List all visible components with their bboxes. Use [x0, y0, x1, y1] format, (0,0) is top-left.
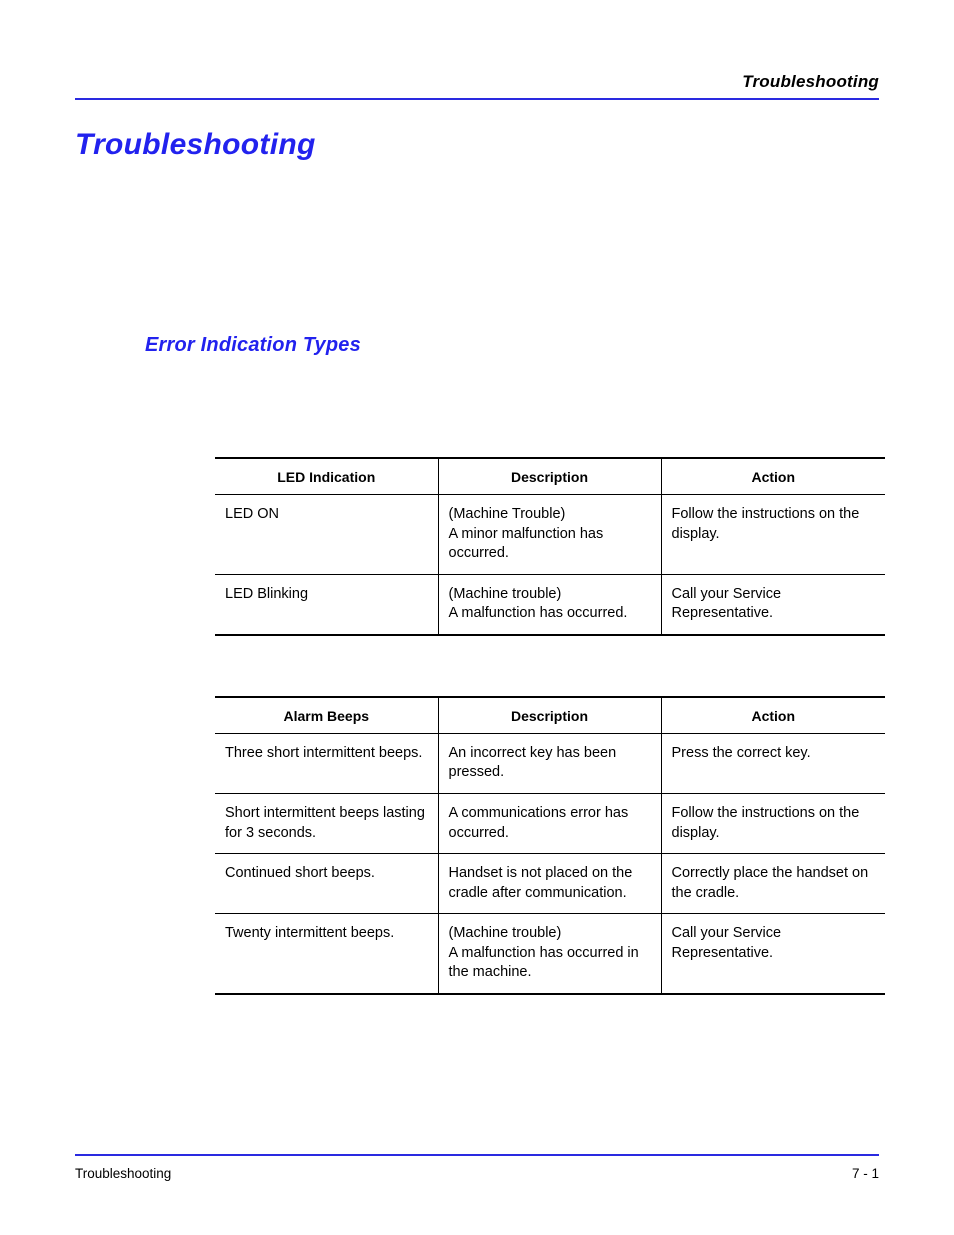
footer-left: Troubleshooting — [75, 1166, 171, 1181]
cell: LED ON — [215, 495, 438, 575]
led-indication-table-wrap: LED Indication Description Action LED ON… — [215, 457, 879, 636]
table-row: LED ON (Machine Trouble)A minor malfunct… — [215, 495, 885, 575]
section-heading: Error Indication Types — [145, 334, 879, 357]
col-header: Description — [438, 458, 661, 495]
col-header: Action — [661, 697, 885, 734]
col-header: Alarm Beeps — [215, 697, 438, 734]
cell: Call your Service Representative. — [661, 574, 885, 635]
cell: Press the correct key. — [661, 733, 885, 793]
led-indication-table: LED Indication Description Action LED ON… — [215, 457, 885, 636]
footer-rule — [75, 1154, 879, 1156]
cell: Correctly place the handset on the cradl… — [661, 854, 885, 914]
col-header: Description — [438, 697, 661, 734]
page-footer: Troubleshooting 7 - 1 — [75, 1154, 879, 1181]
footer-right: 7 - 1 — [852, 1166, 879, 1181]
cell: Continued short beeps. — [215, 854, 438, 914]
cell: Twenty intermittent beeps. — [215, 914, 438, 994]
table-row: Short intermittent beeps lasting for 3 s… — [215, 793, 885, 853]
table-row: LED Blinking (Machine trouble)A malfunct… — [215, 574, 885, 635]
cell: (Machine Trouble)A minor malfunction has… — [438, 495, 661, 575]
cell: Handset is not placed on the cradle afte… — [438, 854, 661, 914]
col-header: LED Indication — [215, 458, 438, 495]
table-header-row: Alarm Beeps Description Action — [215, 697, 885, 734]
cell: Three short intermittent beeps. — [215, 733, 438, 793]
page-title: Troubleshooting — [75, 128, 879, 162]
table-header-row: LED Indication Description Action — [215, 458, 885, 495]
table-row: Continued short beeps. Handset is not pl… — [215, 854, 885, 914]
table-row: Twenty intermittent beeps. (Machine trou… — [215, 914, 885, 994]
cell: Call your Service Representative. — [661, 914, 885, 994]
cell: An incorrect key has been pressed. — [438, 733, 661, 793]
running-header: Troubleshooting — [75, 72, 879, 100]
cell: Short intermittent beeps lasting for 3 s… — [215, 793, 438, 853]
table-row: Three short intermittent beeps. An incor… — [215, 733, 885, 793]
alarm-beeps-table-wrap: Alarm Beeps Description Action Three sho… — [215, 696, 879, 995]
col-header: Action — [661, 458, 885, 495]
cell: Follow the instructions on the display. — [661, 793, 885, 853]
cell: (Machine trouble)A malfunction has occur… — [438, 914, 661, 994]
cell: A communications error has occurred. — [438, 793, 661, 853]
cell: (Machine trouble)A malfunction has occur… — [438, 574, 661, 635]
cell: LED Blinking — [215, 574, 438, 635]
cell: Follow the instructions on the display. — [661, 495, 885, 575]
alarm-beeps-table: Alarm Beeps Description Action Three sho… — [215, 696, 885, 995]
